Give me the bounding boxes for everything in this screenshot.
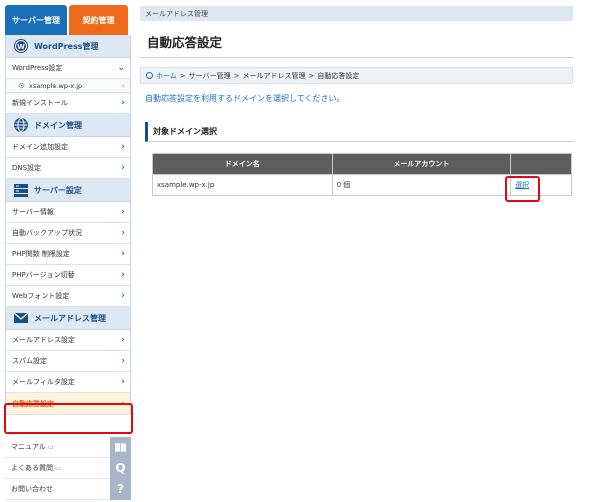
breadcrumb-separator: > — [308, 71, 315, 80]
question-icon: ? — [110, 478, 131, 500]
accounts-cell: 0 個 — [331, 174, 512, 196]
sidebar-item-label: Webフォント設定 — [12, 292, 70, 300]
sidebar-item-mail-filter[interactable]: メールフィルタ設定 › — [6, 372, 130, 393]
sidebar-item-label: サーバー情報 — [12, 208, 54, 216]
sidebar: サーバー管理 契約管理 W WordPress管理 WordPress設定 ⌄ … — [0, 0, 133, 502]
breadcrumb: ホーム > サーバー管理 > メールアドレス管理 > 自動応答設定 — [140, 67, 573, 84]
sidebar-item-label: 自動バックアップ状況 — [12, 229, 82, 237]
sidebar-subitem-domain[interactable]: xsample.wp-x.jp › — [6, 79, 130, 93]
instruction-text: 自動応答設定を利用するドメインを選択してください。 — [145, 94, 345, 103]
top-tabs: サーバー管理 契約管理 — [5, 5, 128, 35]
section-header-label: メールアドレス管理 — [140, 6, 573, 21]
domain-cell: xsample.wp-x.jp — [152, 174, 333, 196]
book-icon — [110, 436, 131, 458]
column-domain: ドメイン名 — [152, 153, 333, 175]
help-manual[interactable]: マニュアル ▭ — [5, 436, 131, 458]
chevron-right-icon: › — [121, 377, 125, 387]
sidebar-item-dns[interactable]: DNS設定 › — [6, 158, 130, 179]
select-link[interactable]: 選択 — [515, 181, 529, 189]
page-title: 自動応答設定 — [140, 26, 573, 58]
external-link-icon: ▭ — [55, 465, 61, 472]
section-server-title: サーバー設定 — [34, 185, 82, 195]
sidebar-item-label: PHPバージョン切替 — [12, 271, 75, 279]
chevron-right-icon: › — [121, 249, 125, 259]
chevron-right-icon: › — [121, 270, 125, 280]
chevron-right-icon: › — [121, 142, 125, 152]
table-row: xsample.wp-x.jp 0 個 選択 — [152, 174, 572, 196]
section-wordpress: W WordPress管理 — [6, 35, 130, 58]
help-faq[interactable]: よくある質問 ▭ Q — [5, 457, 131, 479]
sidebar-item-auto-backup[interactable]: 自動バックアップ状況 › — [6, 223, 130, 244]
chevron-right-icon: › — [121, 228, 125, 238]
section-wordpress-title: WordPress管理 — [34, 41, 99, 51]
breadcrumb-separator: > — [179, 71, 186, 80]
sidebar-item-domain-add[interactable]: ドメイン追加設定 › — [6, 137, 130, 158]
sidebar-item-auto-reply[interactable]: 自動応答設定 › — [6, 393, 130, 415]
circle-icon — [146, 72, 153, 79]
breadcrumb-mail-management[interactable]: メールアドレス管理 — [242, 71, 305, 81]
chevron-down-icon: ⌄ — [117, 63, 125, 73]
section-domain: ドメイン管理 — [6, 114, 130, 137]
mail-icon — [12, 310, 29, 327]
sidebar-item-label: メールフィルタ設定 — [12, 378, 75, 386]
help-links: マニュアル ▭ よくある質問 ▭ Q お問い合わせ ? — [5, 436, 131, 500]
column-action — [510, 153, 572, 175]
sidebar-item-php-version[interactable]: PHPバージョン切替 › — [6, 265, 130, 286]
sidebar-item-label: 自動応答設定 — [12, 399, 54, 408]
q-icon: Q — [110, 457, 131, 479]
sidebar-item-webfont[interactable]: Webフォント設定 › — [6, 286, 130, 307]
chevron-right-icon: › — [121, 81, 125, 90]
help-contact[interactable]: お問い合わせ ? — [5, 478, 131, 500]
sidebar-item-spam[interactable]: スパム設定 › — [6, 351, 130, 372]
chevron-right-icon: › — [121, 207, 125, 217]
sidebar-item-label: 新規インストール — [12, 99, 68, 107]
sidebar-item-wordpress-settings[interactable]: WordPress設定 ⌄ — [6, 58, 130, 79]
sidebar-item-label: メールアドレス設定 — [12, 336, 75, 344]
main-content: メールアドレス管理 自動応答設定 ホーム > サーバー管理 > メールアドレス管… — [140, 6, 573, 142]
sidebar-item-label: スパム設定 — [12, 357, 47, 365]
tab-contract-management[interactable]: 契約管理 — [69, 5, 128, 35]
sidebar-item-server-info[interactable]: サーバー情報 › — [6, 202, 130, 223]
chevron-right-icon: › — [121, 398, 125, 409]
column-mail-accounts: メールアカウント — [331, 153, 512, 175]
chevron-right-icon: › — [121, 98, 125, 108]
help-faq-label: よくある質問 — [11, 464, 53, 472]
sidebar-item-label: DNS設定 — [12, 164, 42, 172]
tab-server-management[interactable]: サーバー管理 — [5, 5, 67, 35]
sidebar-item-php-function[interactable]: PHP関数 制限設定 › — [6, 244, 130, 265]
section-mail-title: メールアドレス管理 — [34, 313, 106, 323]
sidebar-item-label: PHP関数 制限設定 — [12, 250, 70, 258]
help-contact-label: お問い合わせ — [11, 485, 53, 493]
section-server: サーバー設定 — [6, 179, 130, 202]
sidebar-menu: W WordPress管理 WordPress設定 ⌄ xsample.wp-x… — [5, 35, 131, 415]
action-cell: 選択 — [510, 174, 572, 196]
domain-table: ドメイン名 メールアカウント xsample.wp-x.jp 0 個 選択 — [152, 153, 572, 196]
server-icon — [12, 182, 29, 199]
breadcrumb-server-management[interactable]: サーバー管理 — [189, 71, 231, 81]
gear-icon — [18, 82, 25, 89]
sidebar-item-new-install[interactable]: 新規インストール › — [6, 93, 130, 114]
breadcrumb-home[interactable]: ホーム — [156, 71, 177, 81]
wordpress-icon: W — [12, 38, 29, 55]
section-mail: メールアドレス管理 — [6, 307, 130, 330]
globe-icon — [12, 117, 29, 134]
help-manual-label: マニュアル — [11, 443, 46, 451]
section-title: 対象ドメイン選択 — [145, 122, 573, 142]
table-header-row: ドメイン名 メールアカウント — [152, 153, 572, 175]
sidebar-item-mail-address[interactable]: メールアドレス設定 › — [6, 330, 130, 351]
chevron-right-icon: › — [121, 291, 125, 301]
section-domain-title: ドメイン管理 — [34, 120, 82, 130]
sidebar-subitem-label: xsample.wp-x.jp — [29, 81, 83, 90]
chevron-right-icon: › — [121, 163, 125, 173]
sidebar-item-label: WordPress設定 — [12, 64, 63, 72]
breadcrumb-separator: > — [233, 71, 240, 80]
chevron-right-icon: › — [121, 356, 125, 366]
svg-text:W: W — [17, 43, 25, 51]
external-link-icon: ▭ — [48, 444, 54, 451]
chevron-right-icon: › — [121, 335, 125, 345]
sidebar-item-label: ドメイン追加設定 — [12, 143, 68, 151]
breadcrumb-current: 自動応答設定 — [317, 71, 360, 80]
